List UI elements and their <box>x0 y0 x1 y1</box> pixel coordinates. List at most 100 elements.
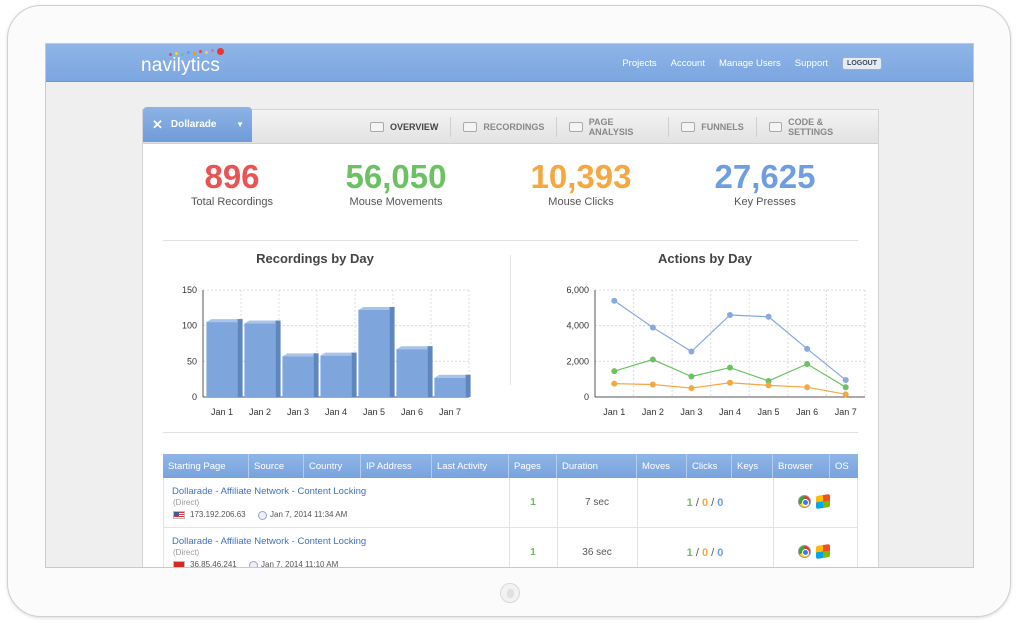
bar <box>320 355 352 397</box>
home-button[interactable] <box>500 583 520 603</box>
x-tick-label: Jan 4 <box>719 407 741 417</box>
bar <box>244 323 276 397</box>
stat-label: Mouse Movements <box>349 196 443 208</box>
x-tick-label: Jan 1 <box>603 407 625 417</box>
tab-recordings[interactable]: RECORDINGS <box>450 117 556 137</box>
bar-top <box>206 319 243 323</box>
bar-top <box>358 306 395 310</box>
clock-icon <box>249 561 258 567</box>
data-point <box>765 382 772 389</box>
cell-divider <box>773 528 774 567</box>
col-country[interactable]: Country <box>304 454 361 478</box>
pages-count: 1 <box>530 547 536 558</box>
col-moves[interactable]: Moves <box>637 454 687 478</box>
y-tick-label: 150 <box>182 285 197 295</box>
data-point <box>842 391 849 398</box>
project-selector[interactable]: ✕ Dollarade ▼ <box>143 107 252 142</box>
col-ip-address[interactable]: IP Address <box>361 454 432 478</box>
bar-side <box>351 352 357 397</box>
col-pages[interactable]: Pages <box>509 454 557 478</box>
table-header: Starting Page Source Country IP Address … <box>163 454 858 478</box>
data-point <box>688 348 695 355</box>
tab-code-settings[interactable]: CODE & SETTINGS <box>755 117 878 137</box>
tools-icon: ✕ <box>152 116 163 132</box>
chrome-icon <box>798 495 811 508</box>
chart-divider <box>510 255 511 385</box>
y-tick-label: 6,000 <box>566 285 589 295</box>
bar-top <box>282 353 319 357</box>
chart-icon <box>370 122 384 132</box>
table-row[interactable]: Dollarade - Affiliate Network - Content … <box>163 478 858 528</box>
data-point <box>727 311 733 318</box>
x-tick-label: Jan 5 <box>363 407 385 417</box>
x-tick-label: Jan 6 <box>401 407 423 417</box>
divider <box>163 432 858 433</box>
last-activity: Jan 7, 2014 11:34 AM <box>270 510 348 519</box>
data-point <box>649 356 656 363</box>
col-clicks[interactable]: Clicks <box>687 454 732 478</box>
cell-divider <box>773 478 774 528</box>
starting-page-link[interactable]: Dollarade - Affiliate Network - Content … <box>172 486 366 497</box>
nav-projects[interactable]: Projects <box>622 58 656 69</box>
col-source[interactable]: Source <box>249 454 304 478</box>
col-last-activity[interactable]: Last Activity <box>432 454 509 478</box>
stat-total-recordings: 896 Total Recordings <box>152 158 312 208</box>
tab-page-analysis[interactable]: PAGE ANALYSIS <box>556 117 668 137</box>
y-tick-label: 2,000 <box>566 356 589 366</box>
x-tick-label: Jan 5 <box>758 407 780 417</box>
tab-funnels[interactable]: FUNNELS <box>668 117 756 137</box>
brain-icon <box>569 122 583 132</box>
y-tick-label: 0 <box>192 392 197 402</box>
bar <box>396 349 428 397</box>
data-point <box>804 345 811 352</box>
x-tick-label: Jan 7 <box>835 407 857 417</box>
stat-mouse-clicks: 10,393 Mouse Clicks <box>501 158 661 208</box>
actions-line-chart: 0 2,000 4,000 6,000 Jan 1 Jan 2 Jan 3 Jan 4 Jan … <box>566 285 866 417</box>
recordings-bar-chart: 0 50 100 150 Jan 1 Jan 2 Jan 3 Jan 4 Jan 5 Jan 6 J… <box>182 285 471 417</box>
moves-value: 1 <box>686 497 693 509</box>
bar-top <box>320 352 357 356</box>
stat-label: Key Presses <box>734 196 796 208</box>
data-point <box>842 384 849 391</box>
bar-side <box>465 374 471 397</box>
nav-support[interactable]: Support <box>795 58 828 69</box>
data-point <box>727 364 733 371</box>
stat-value: 10,393 <box>530 158 632 195</box>
stat-mouse-movements: 56,050 Mouse Movements <box>316 158 476 208</box>
clock-icon <box>258 511 267 520</box>
data-point <box>688 385 695 392</box>
data-point <box>688 373 695 380</box>
bar-side <box>389 306 395 397</box>
recordings-table: Starting Page Source Country IP Address … <box>163 454 858 568</box>
top-navigation-bar: navilytics Projects Account Manage Users… <box>46 44 973 82</box>
moves-clicks-keys: 1 / 0 / 0 <box>686 497 724 509</box>
col-starting-page[interactable]: Starting Page <box>163 454 249 478</box>
pages-count: 1 <box>530 497 536 508</box>
table-row[interactable]: Dollarade - Affiliate Network - Content … <box>163 528 858 568</box>
source-text: (Direct) <box>173 548 200 557</box>
last-activity: Jan 7, 2014 11:10 AM <box>261 560 339 568</box>
tab-overview[interactable]: OVERVIEW <box>358 117 450 137</box>
x-tick-label: Jan 6 <box>796 407 818 417</box>
x-tick-label: Jan 3 <box>287 407 309 417</box>
gear-icon <box>768 122 783 132</box>
logout-button[interactable]: LOGOUT <box>842 57 882 70</box>
nav-manage-users[interactable]: Manage Users <box>719 58 781 69</box>
col-os[interactable]: OS <box>830 454 858 478</box>
dashboard-panel: ✕ Dollarade ▼ OVERVIEW RECORDINGS PAGE A… <box>142 107 879 568</box>
data-point <box>649 381 656 388</box>
col-keys[interactable]: Keys <box>732 454 773 478</box>
brand-logo[interactable]: navilytics <box>141 55 220 77</box>
section-tabs: OVERVIEW RECORDINGS PAGE ANALYSIS FUNNEL… <box>358 110 878 144</box>
x-tick-label: Jan 4 <box>325 407 347 417</box>
app-screen: navilytics Projects Account Manage Users… <box>45 43 974 568</box>
duration: 36 sec <box>582 547 612 558</box>
starting-page-link[interactable]: Dollarade - Affiliate Network - Content … <box>172 536 366 547</box>
col-duration[interactable]: Duration <box>557 454 637 478</box>
data-point <box>727 379 733 386</box>
col-browser[interactable]: Browser <box>773 454 830 478</box>
bar-side <box>313 353 319 397</box>
nav-account[interactable]: Account <box>671 58 705 69</box>
data-point <box>611 368 618 375</box>
bar-top <box>434 374 471 378</box>
